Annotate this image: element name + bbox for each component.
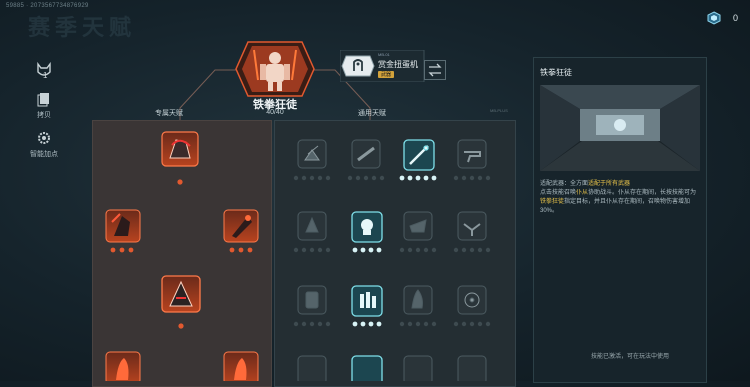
talent-node-ammo[interactable]: [351, 285, 383, 317]
node-dots-ammo: [352, 321, 382, 327]
node-dots-skull: [352, 247, 382, 253]
talent-node-pistol[interactable]: [457, 139, 487, 169]
skill-preview-image: [540, 85, 700, 171]
node-dots-row2: [293, 247, 491, 253]
detail-body-minion: 仆从: [576, 190, 589, 196]
talent-node-bottom-4[interactable]: [457, 355, 487, 381]
detail-description: 点击技能召唤仆从协助战斗。仆从存在期间，长按技能可为铁拳狂徒指定目标，并且仆从存…: [540, 189, 702, 216]
detail-body-1: 点击技能召唤: [540, 190, 577, 196]
node-dots-sniper: [399, 175, 437, 181]
detail-title: 铁拳狂徒: [540, 68, 572, 77]
talent-node-fire[interactable]: [403, 285, 433, 315]
talent-node-capsule[interactable]: [297, 285, 327, 315]
detail-weapon-highlight: 适配于所有武器: [588, 181, 631, 187]
talent-node-bottom-3[interactable]: [403, 355, 433, 381]
talent-node-target[interactable]: [457, 285, 487, 315]
talent-node-shield[interactable]: [403, 211, 433, 241]
detail-body-hero: 铁拳狂徒: [540, 199, 565, 205]
node-dots-row1: [293, 175, 491, 181]
detail-weapon-prefix: 适配武器：全方面: [540, 181, 589, 187]
talent-node-blast[interactable]: [297, 211, 327, 241]
talent-node-bottom-2[interactable]: [351, 355, 383, 381]
talent-node-rifle[interactable]: [351, 139, 381, 169]
activation-status: 技能已激活，可在玩法中使用: [590, 354, 669, 360]
node-dots-row3: [293, 321, 491, 327]
talent-node-skull[interactable]: [351, 211, 383, 243]
talent-node-sniper[interactable]: [403, 139, 435, 171]
talent-node-crates[interactable]: [297, 139, 327, 169]
talent-node-wings[interactable]: [457, 211, 487, 241]
detail-body-2: 协助战斗。仆从存在期间，长按技能可为: [588, 190, 697, 196]
detail-weapon-line: 适配武器：全方面适配于所有武器: [540, 180, 700, 189]
talent-node-bottom-1[interactable]: [297, 355, 327, 381]
